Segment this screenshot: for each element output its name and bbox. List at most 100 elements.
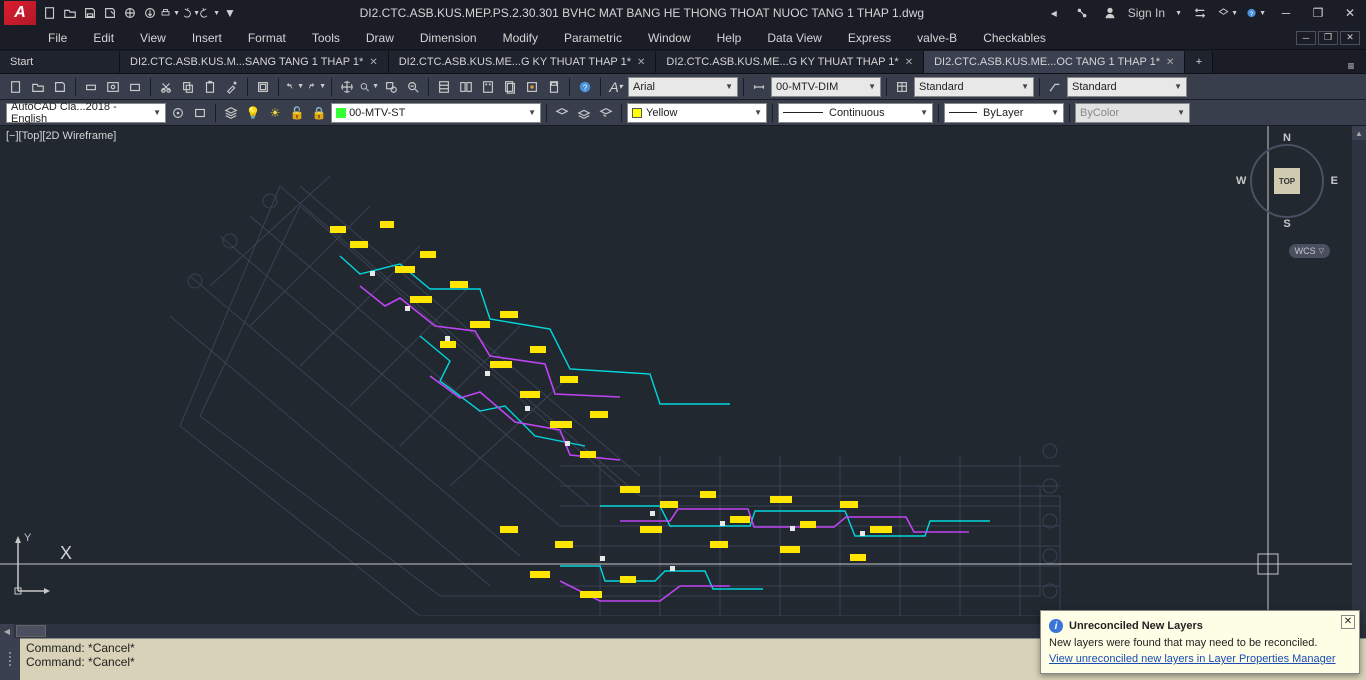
menu-checkables[interactable]: Checkables [979,29,1050,47]
sign-in-link[interactable]: Sign In [1128,6,1165,20]
design-center-icon[interactable] [456,77,476,97]
zoom-window-icon[interactable] [381,77,401,97]
sign-in-menu-icon[interactable]: ▼ [1175,10,1182,17]
scroll-left-icon[interactable]: ◀ [0,624,14,638]
minimize-button[interactable]: ─ [1274,5,1298,21]
help-tb-icon[interactable]: ? [575,77,595,97]
app-store-icon[interactable]: ▼ [1218,3,1238,23]
menu-dataview[interactable]: Data View [763,29,825,47]
save-file-icon[interactable] [50,77,70,97]
copy-icon[interactable] [178,77,198,97]
font-combo[interactable]: Arial▼ [628,77,738,97]
zoom-previous-icon[interactable] [403,77,423,97]
command-handle[interactable] [0,638,20,680]
qat-web-save-icon[interactable] [140,3,160,23]
workspace-combo[interactable]: AutoCAD Cla...2018 - English▼ [6,103,166,123]
workspace-label-icon[interactable] [190,103,210,123]
qat-web-open-icon[interactable] [120,3,140,23]
connectivity-icon[interactable] [1072,3,1092,23]
menu-window[interactable]: Window [644,29,695,47]
match-props-icon[interactable] [222,77,242,97]
tab-start[interactable]: Start [0,51,120,73]
scroll-up-icon[interactable]: ▲ [1352,126,1366,140]
layer-lock-icon-light[interactable]: 🔓 [287,103,307,123]
plot-icon[interactable] [81,77,101,97]
dim-style-combo[interactable]: 00-MTV-DIM▼ [771,77,881,97]
close-button[interactable]: ✕ [1338,5,1362,21]
quickcalc-icon[interactable] [544,77,564,97]
mleader-style-icon[interactable] [1045,77,1065,97]
menu-format[interactable]: Format [244,29,290,47]
preview-icon[interactable] [103,77,123,97]
compass-n[interactable]: N [1283,132,1291,144]
publish-icon[interactable] [125,77,145,97]
markup-icon[interactable] [522,77,542,97]
menu-tools[interactable]: Tools [308,29,344,47]
zoom-realtime-icon[interactable]: ▼ [359,77,379,97]
user-icon[interactable] [1100,3,1120,23]
qat-saveas-icon[interactable] [100,3,120,23]
doc-close-button[interactable]: ✕ [1340,31,1360,45]
compass-e[interactable]: E [1331,175,1338,187]
search-expand-icon[interactable]: ◂ [1044,3,1064,23]
app-logo[interactable]: A [4,1,36,25]
pan-icon[interactable] [337,77,357,97]
scroll-thumb[interactable] [16,625,46,637]
compass-s[interactable]: S [1283,218,1290,230]
qat-undo-icon[interactable]: ▼ [180,3,200,23]
file-tab-2[interactable]: DI2.CTC.ASB.KUS.ME...G KY THUAT THAP 1*✕ [656,51,924,73]
sheet-set-icon[interactable] [500,77,520,97]
mleader-style-combo[interactable]: Standard▼ [1067,77,1187,97]
workspace-settings-icon[interactable] [168,103,188,123]
linetype-combo[interactable]: Continuous▼ [778,103,933,123]
layer-iso-icon[interactable] [574,103,594,123]
redo-icon[interactable]: ▼ [306,77,326,97]
menu-modify[interactable]: Modify [499,29,542,47]
layer-lock-icon[interactable]: 🔒 [309,103,329,123]
properties-icon[interactable] [434,77,454,97]
plotstyle-combo[interactable]: ByColor▼ [1075,103,1190,123]
drawing-viewport[interactable]: [−][Top][2D Wireframe] [0,126,1352,624]
lineweight-combo[interactable]: ByLayer▼ [944,103,1064,123]
menu-view[interactable]: View [136,29,170,47]
layer-combo[interactable]: 00-MTV-ST▼ [331,103,541,123]
qat-menu-arrow-icon[interactable]: ▼ [220,3,240,23]
file-tab-3[interactable]: DI2.CTC.ASB.KUS.ME...OC TANG 1 THAP 1*✕ [924,51,1185,73]
wcs-badge[interactable]: WCS▽ [1289,244,1330,258]
exchange-icon[interactable] [1190,3,1210,23]
table-style-icon[interactable] [892,77,912,97]
color-combo[interactable]: Yellow▼ [627,103,767,123]
dim-style-icon[interactable] [749,77,769,97]
menu-dimension[interactable]: Dimension [416,29,481,47]
menu-valve-b[interactable]: valve-B [913,29,961,47]
text-style-icon[interactable]: A▾ [606,77,626,97]
doc-minimize-button[interactable]: ─ [1296,31,1316,45]
menu-express[interactable]: Express [844,29,895,47]
close-tab-icon[interactable]: ✕ [905,57,913,68]
new-file-icon[interactable] [6,77,26,97]
layer-state-icon[interactable] [552,103,572,123]
doc-restore-button[interactable]: ❐ [1318,31,1338,45]
block-editor-icon[interactable] [253,77,273,97]
qat-new-icon[interactable] [40,3,60,23]
notification-close-button[interactable]: ✕ [1341,615,1355,629]
tabs-overflow-menu[interactable]: ≡ [1336,59,1366,73]
close-tab-icon[interactable]: ✕ [637,57,645,68]
compass-w[interactable]: W [1236,175,1246,187]
help-icon[interactable]: ?▼ [1246,3,1266,23]
close-tab-icon[interactable]: ✕ [369,57,377,68]
layer-freeze-icon[interactable]: ☀ [265,103,285,123]
new-tab-button[interactable]: + [1185,51,1213,73]
tool-palettes-icon[interactable] [478,77,498,97]
restore-button[interactable]: ❐ [1306,5,1330,21]
menu-draw[interactable]: Draw [362,29,398,47]
menu-parametric[interactable]: Parametric [560,29,626,47]
menu-edit[interactable]: Edit [89,29,118,47]
menu-insert[interactable]: Insert [188,29,226,47]
menu-file[interactable]: File [44,29,71,47]
file-tab-1[interactable]: DI2.CTC.ASB.KUS.ME...G KY THUAT THAP 1*✕ [389,51,657,73]
close-tab-icon[interactable]: ✕ [1166,57,1174,68]
qat-save-icon[interactable] [80,3,100,23]
file-tab-0[interactable]: DI2.CTC.ASB.KUS.M...SANG TANG 1 THAP 1*✕ [120,51,389,73]
qat-redo-icon[interactable]: ▼ [200,3,220,23]
